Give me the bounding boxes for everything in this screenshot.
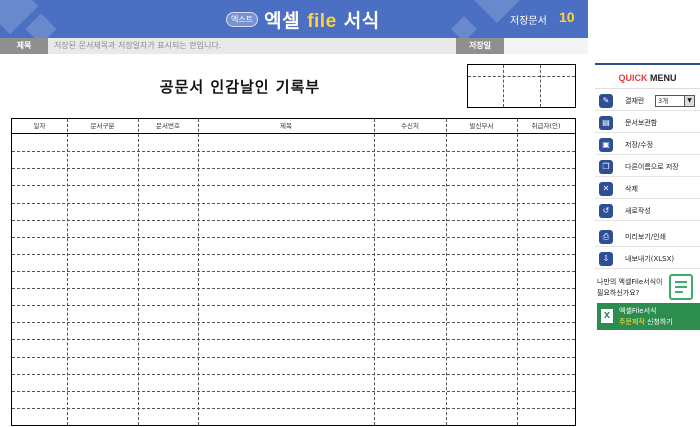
approval-box[interactable] xyxy=(467,64,576,108)
register-table[interactable]: 일자 문서구분 문서번호 제목 수신처 발신부서 취급자(인) xyxy=(11,118,576,426)
menu-item-label: 저장/수정 xyxy=(625,141,654,149)
save-date-label: 저장일 xyxy=(456,38,504,54)
column-header-subject: 제목 xyxy=(280,122,292,130)
menu-item-label: 삭제 xyxy=(625,185,638,193)
approval-count-select[interactable]: 3개 ▼ xyxy=(655,95,695,107)
save-date-field[interactable] xyxy=(504,38,588,54)
saved-documents-label: 저장문서 xyxy=(510,16,547,27)
document-info-bar: 제목 저장된 문서제목과 저장일자가 표시되는 란입니다. 저장일 xyxy=(0,38,588,54)
column-divider xyxy=(198,119,199,425)
new-document-icon: ↺ xyxy=(599,204,613,218)
save-as-icon: ❐ xyxy=(599,160,613,174)
column-divider xyxy=(374,119,375,425)
icon-line xyxy=(675,291,683,293)
archive-icon: ▤ xyxy=(599,116,613,130)
menu-item-label: 다른이름으로 저장 xyxy=(625,163,679,171)
menu-item-new[interactable]: ↺ 새로작성 xyxy=(595,201,700,221)
table-row-divider xyxy=(12,236,575,238)
excel-icon: X xyxy=(601,309,613,323)
table-row-divider xyxy=(12,322,575,324)
menu-item-export[interactable]: ⇩ 내보내기(XLSX) xyxy=(595,249,700,269)
save-icon: ▣ xyxy=(599,138,613,152)
table-row-divider xyxy=(12,390,575,392)
table-row-divider xyxy=(12,202,575,204)
menu-item-print[interactable]: ⎙ 미리보기/인쇄 xyxy=(595,227,700,247)
table-row-divider xyxy=(12,168,575,170)
approval-divider xyxy=(468,76,575,77)
icon-line xyxy=(675,281,687,283)
table-row-divider xyxy=(12,219,575,221)
app-logo: 엑스트 엑셀 file 서식 xyxy=(226,6,380,32)
logo-text: 엑셀 file 서식 xyxy=(264,6,380,33)
column-divider xyxy=(446,119,447,425)
menu-item-label: 미리보기/인쇄 xyxy=(625,233,666,241)
menu-item-label: 새로작성 xyxy=(625,207,651,215)
column-header-doc-number: 문서번호 xyxy=(156,122,180,130)
custom-order-rest: 신청하기 xyxy=(644,318,673,326)
custom-order-promo-text: 나만의 엑셀File서식이 필요하신가요? xyxy=(597,277,662,299)
header-banner: 엑스트 엑셀 file 서식 저장문서 10 xyxy=(0,0,588,38)
table-row-divider xyxy=(12,151,575,153)
column-header-date: 일자 xyxy=(33,122,46,130)
table-row-divider xyxy=(12,356,575,358)
table-header: 일자 문서구분 문서번호 제목 수신처 발신부서 취급자(인) xyxy=(12,119,575,134)
export-icon: ⇩ xyxy=(599,252,613,266)
menu-item-archive[interactable]: ▤ 문서보관함 xyxy=(595,113,700,133)
chevron-down-icon[interactable]: ▼ xyxy=(684,96,694,106)
table-row-divider xyxy=(12,339,575,341)
promo-line-2: 필요하신가요? xyxy=(597,289,640,297)
quick-menu-title-quick: QUICK xyxy=(618,73,648,83)
approval-stamp-icon: ✎ xyxy=(599,94,613,108)
table-row-divider xyxy=(12,185,575,187)
delete-icon: ✕ xyxy=(599,182,613,196)
menu-item-save[interactable]: ▣ 저장/수정 xyxy=(595,135,700,155)
column-header-handler: 취급자(인) xyxy=(531,122,561,130)
title-field[interactable]: 저장된 문서제목과 저장일자가 표시되는 란입니다. xyxy=(54,38,221,54)
table-row-divider xyxy=(12,270,575,272)
approval-count-value: 3개 xyxy=(658,97,669,105)
table-row-divider xyxy=(12,288,575,290)
approval-count-row: ✎ 결재란 3개 ▼ xyxy=(595,91,700,111)
document-title: 공문서 인감날인 기록부 xyxy=(159,78,321,96)
banner-decoration xyxy=(451,16,477,38)
menu-item-label: 내보내기(XLSX) xyxy=(625,255,675,263)
quick-menu-title-menu: MENU xyxy=(650,73,677,83)
menu-item-delete[interactable]: ✕ 삭제 xyxy=(595,179,700,199)
promo-line-1: 나만의 엑셀File서식이 xyxy=(597,278,663,286)
menu-item-save-as[interactable]: ❐ 다른이름으로 저장 xyxy=(595,157,700,177)
quick-menu-panel: QUICK MENU ✎ 결재란 3개 ▼ ▤ 문서보관함 ▣ 저장/수정 ❐ … xyxy=(595,63,700,427)
column-header-doc-type: 문서구분 xyxy=(90,122,115,130)
table-row-divider xyxy=(12,305,575,307)
custom-order-highlight: 주문제작 xyxy=(619,318,645,326)
logo-badge: 엑스트 xyxy=(226,11,259,27)
quick-menu-title: QUICK MENU xyxy=(595,63,700,89)
column-divider xyxy=(517,119,518,425)
logo-file-word: file xyxy=(307,10,337,32)
column-divider xyxy=(138,119,139,425)
logo-suffix: 서식 xyxy=(343,9,380,32)
custom-order-button-line-2: 주문제작 신청하기 xyxy=(619,317,673,327)
column-divider xyxy=(67,119,68,425)
approval-divider xyxy=(540,65,541,107)
table-row-divider xyxy=(12,373,575,375)
approval-divider xyxy=(503,65,504,107)
table-row-divider xyxy=(12,253,575,255)
table-row-divider xyxy=(12,407,575,409)
icon-line xyxy=(675,286,687,288)
custom-order-button[interactable]: X 엑셀File서식 주문제작 신청하기 xyxy=(597,303,700,330)
print-icon: ⎙ xyxy=(599,230,613,244)
banner-decoration xyxy=(25,13,57,38)
custom-order-button-line-1: 엑셀File서식 xyxy=(619,307,657,315)
menu-item-label: 문서보관함 xyxy=(625,119,658,127)
document-edit-icon xyxy=(669,274,693,300)
column-header-sender-dept: 발신부서 xyxy=(469,122,494,130)
title-label: 제목 xyxy=(0,38,48,54)
column-header-recipient: 수신처 xyxy=(401,122,419,130)
approval-count-label: 결재란 xyxy=(625,97,645,105)
logo-prefix: 엑셀 xyxy=(264,9,301,32)
saved-documents-count[interactable]: 10 xyxy=(559,9,575,25)
